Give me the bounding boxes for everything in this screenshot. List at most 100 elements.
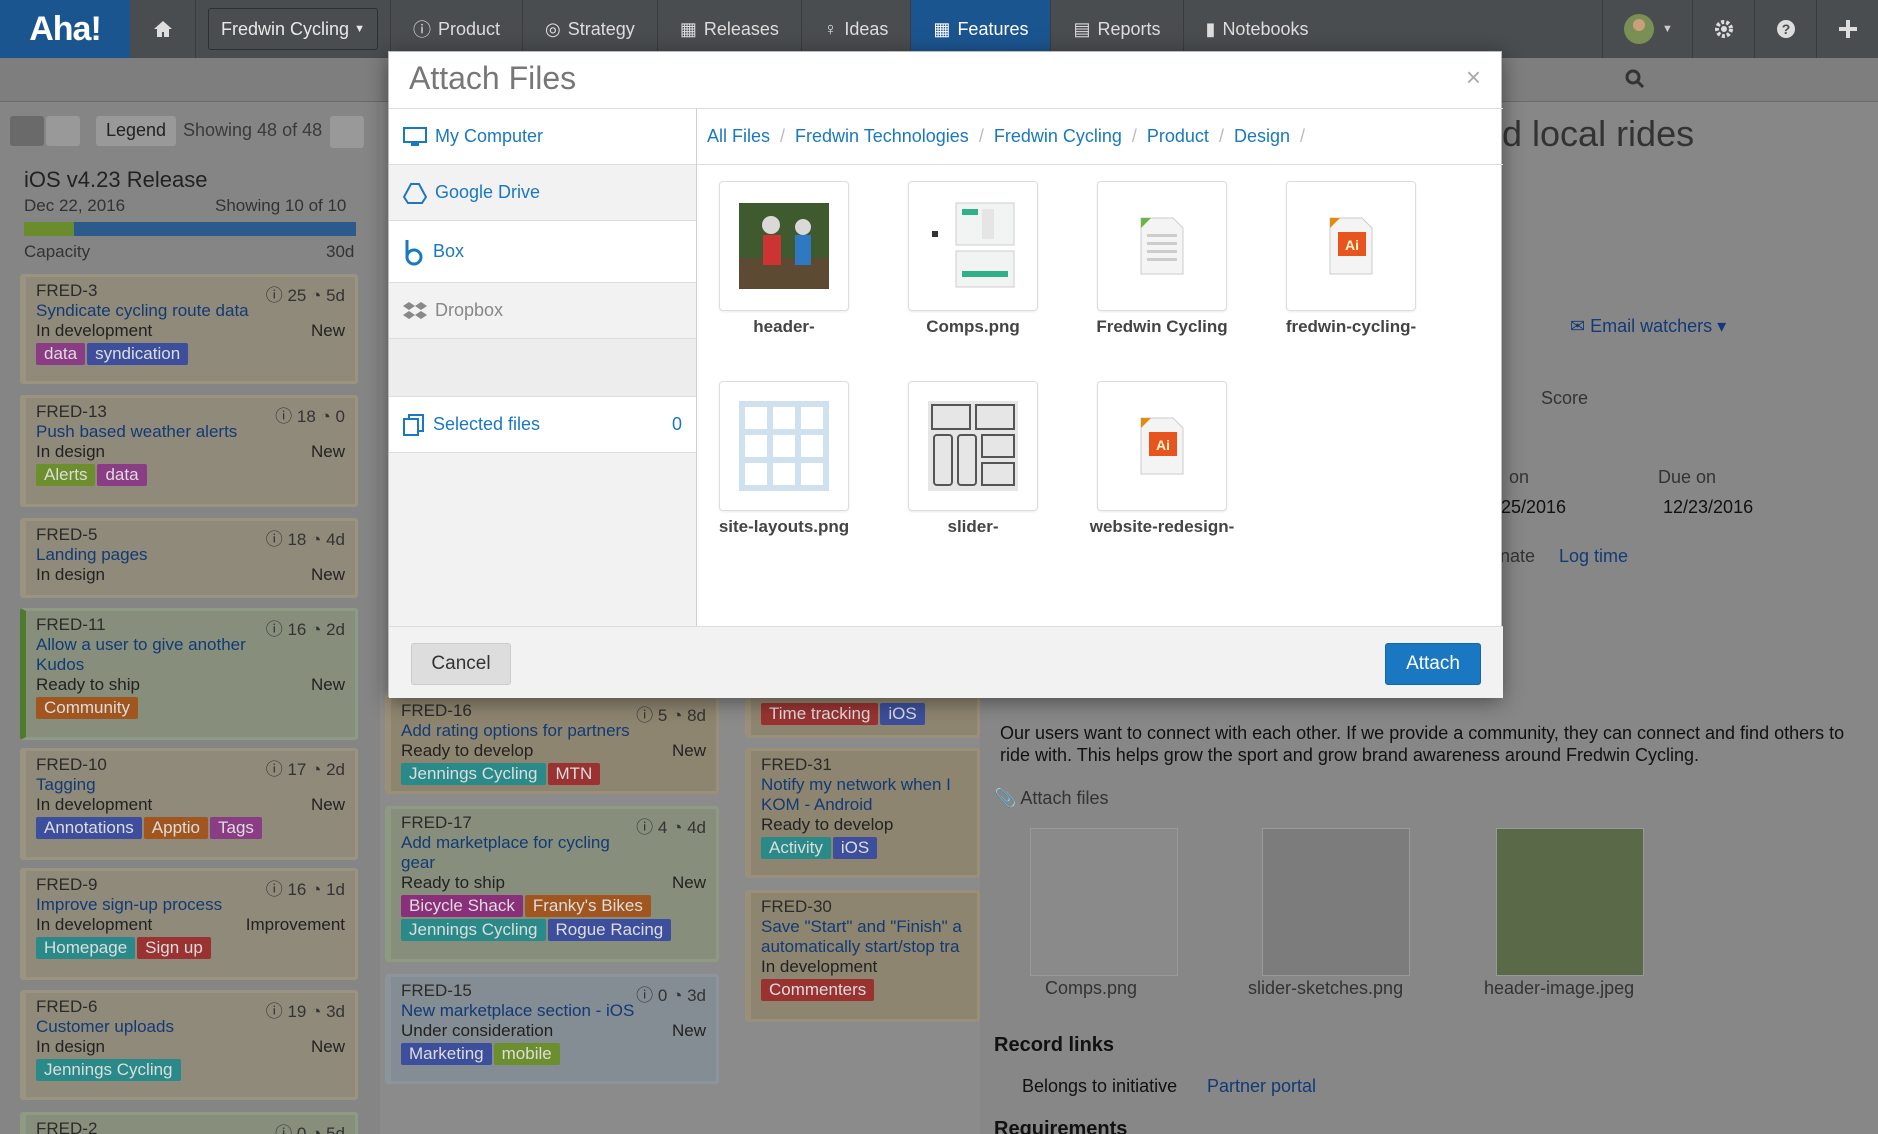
card-type: New	[671, 1021, 706, 1040]
tag[interactable]: syndication	[87, 343, 189, 365]
nav-strategy[interactable]: ◎ Strategy	[522, 0, 657, 58]
card-title[interactable]: Notify my network when I KOM - Android	[761, 775, 967, 815]
nav-releases-label: Releases	[703, 18, 779, 39]
breadcrumb-item[interactable]: Fredwin Technologies	[795, 126, 969, 147]
source-google-drive[interactable]: Google Drive	[389, 165, 696, 221]
selected-files[interactable]: Selected files 0	[389, 397, 696, 453]
tag[interactable]: Rogue Racing	[547, 919, 672, 941]
card-score: ⓘ 18 ◔ 0	[275, 407, 345, 426]
feature-card[interactable]: FRED-6 ⓘ 19 ◔ 3d Customer uploads In desi…	[20, 990, 358, 1100]
attachment-thumbnail[interactable]	[1262, 828, 1410, 976]
help-icon[interactable]: ?	[1754, 0, 1816, 58]
attach-button[interactable]: Attach	[1385, 643, 1481, 685]
feature-card[interactable]: FRED-15 ⓘ 0 ◔ 3d New marketplace section …	[385, 974, 719, 1084]
tag[interactable]: Tags	[210, 817, 262, 839]
tag[interactable]: data	[36, 343, 86, 365]
tag[interactable]: Alerts	[36, 464, 96, 486]
card-score-value: 16	[287, 620, 307, 639]
feature-card[interactable]: FRED-2 ⓘ 0 ◔ 5d	[20, 1112, 358, 1134]
list-view-icon[interactable]	[46, 116, 80, 146]
breadcrumb-item[interactable]: Fredwin Cycling	[994, 126, 1122, 147]
nav-product[interactable]: ⓘ Product	[390, 0, 522, 58]
feature-card[interactable]: FRED-16 ⓘ 5 ◔ 8d Add rating options for p…	[385, 694, 719, 794]
tag[interactable]: Time tracking	[761, 703, 879, 725]
avatar[interactable]: ▼	[1602, 0, 1692, 58]
breadcrumb-item[interactable]: All Files	[707, 126, 770, 147]
due-date[interactable]: 12/23/2016	[1663, 497, 1753, 518]
tag[interactable]: MTN	[547, 763, 601, 785]
feature-card[interactable]: FRED-3 ⓘ 25 ◔ 5d Syndicate cycling route …	[20, 274, 358, 384]
feature-card[interactable]: FRED-17 ⓘ 4 ◔ 4d Add marketplace for cycl…	[385, 806, 719, 962]
card-title[interactable]: Add marketplace for cycling gear	[401, 833, 706, 873]
tag[interactable]: Apptio	[143, 817, 208, 839]
filter-icon[interactable]	[330, 116, 364, 148]
nav-reports[interactable]: ▤ Reports	[1050, 0, 1182, 58]
card-title[interactable]: Allow a user to give another Kudos	[36, 635, 345, 675]
tag[interactable]: Jennings Cycling	[401, 919, 546, 941]
attach-files-link[interactable]: 📎 Attach files	[994, 788, 1108, 809]
start-date[interactable]: 25/2016	[1501, 497, 1566, 518]
aha-logo[interactable]: Aha!	[0, 0, 130, 58]
feature-card[interactable]: Time tracking iOS	[745, 694, 980, 738]
tag[interactable]: Franky's Bikes	[524, 895, 651, 917]
feature-card[interactable]: FRED-10 ⓘ 17 ◔ 2d Tagging In development N…	[20, 748, 358, 860]
file-item[interactable]: Ai fredwin-cycling-	[1271, 181, 1431, 337]
tag[interactable]: Jennings Cycling	[401, 763, 546, 785]
feature-card[interactable]: FRED-31 Notify my network when I KOM - A…	[745, 748, 980, 878]
source-dropbox[interactable]: Dropbox	[389, 283, 696, 339]
file-item[interactable]: Fredwin Cycling	[1082, 181, 1242, 337]
tag[interactable]: iOS	[880, 703, 925, 725]
workspace-select[interactable]: Fredwin Cycling ▼	[208, 8, 378, 50]
add-icon[interactable]	[1816, 0, 1878, 58]
feature-card[interactable]: FRED-13 ⓘ 18 ◔ 0 Push based weather alert…	[20, 395, 358, 507]
feature-card[interactable]: FRED-5 ⓘ 18 ◔ 4d Landing pages In design N…	[20, 518, 358, 598]
tag[interactable]: Commenters	[761, 979, 875, 1001]
tag[interactable]: Sign up	[137, 937, 211, 959]
breadcrumb-item[interactable]: Design	[1234, 126, 1290, 147]
gear-icon[interactable]	[1692, 0, 1754, 58]
file-item[interactable]: site-layouts.png	[704, 381, 864, 537]
initiative-link[interactable]: Partner portal	[1207, 1076, 1316, 1097]
tag[interactable]: iOS	[832, 837, 878, 859]
card-title[interactable]: Save "Start" and "Finish" a automaticall…	[761, 917, 967, 957]
tag[interactable]: Marketing	[401, 1043, 492, 1065]
card-time: 3d	[687, 986, 706, 1005]
source-box[interactable]: Box	[389, 221, 696, 283]
file-item[interactable]: Comps.png	[893, 181, 1053, 337]
file-item[interactable]: Ai website-redesign-	[1082, 381, 1242, 537]
cancel-button[interactable]: Cancel	[411, 643, 511, 685]
tag[interactable]: Jennings Cycling	[36, 1059, 181, 1081]
legend-button[interactable]: Legend	[96, 116, 177, 146]
nav-notebooks[interactable]: ▮ Notebooks	[1182, 0, 1331, 58]
feature-card[interactable]: FRED-30 Save "Start" and "Finish" a auto…	[745, 890, 980, 1022]
source-my-computer[interactable]: My Computer	[389, 109, 696, 165]
tag[interactable]: Bicycle Shack	[401, 895, 523, 917]
tag[interactable]: Activity	[761, 837, 831, 859]
email-watchers-link[interactable]: ✉ Email watchers ▾	[1570, 316, 1726, 337]
feature-card[interactable]: FRED-11 ⓘ 16 ◔ 2d Allow a user to give an…	[20, 608, 358, 740]
release-name[interactable]: iOS v4.23 Release	[24, 167, 207, 193]
tag[interactable]: Community	[36, 697, 138, 719]
attachment-thumbnail[interactable]	[1030, 828, 1178, 976]
card-view-icon[interactable]	[10, 116, 44, 146]
breadcrumb-item[interactable]: Product	[1147, 126, 1209, 147]
nav-releases[interactable]: ▦ Releases	[656, 0, 801, 58]
svg-text:?: ?	[1781, 21, 1790, 37]
file-item[interactable]: header-	[704, 181, 864, 337]
file-item[interactable]: slider-	[893, 381, 1053, 537]
tag[interactable]: Annotations	[36, 817, 142, 839]
view-toggle[interactable]	[10, 116, 80, 146]
requirements-heading: Requirements	[994, 1118, 1128, 1134]
close-icon[interactable]: ×	[1466, 62, 1481, 93]
search-icon[interactable]	[1624, 68, 1646, 90]
tag[interactable]: data	[97, 464, 147, 486]
tag[interactable]: mobile	[493, 1043, 560, 1065]
attachment-thumbnail[interactable]	[1496, 828, 1644, 976]
nav-features[interactable]: ▦ Features	[910, 0, 1051, 58]
breadcrumb-separator: /	[1299, 126, 1305, 146]
nav-ideas[interactable]: ♀ Ideas	[800, 0, 911, 58]
home-icon[interactable]	[130, 0, 196, 58]
log-time-link[interactable]: Log time	[1559, 546, 1628, 567]
feature-card[interactable]: FRED-9 ⓘ 16 ◔ 1d Improve sign-up process …	[20, 868, 358, 980]
tag[interactable]: Homepage	[36, 937, 136, 959]
